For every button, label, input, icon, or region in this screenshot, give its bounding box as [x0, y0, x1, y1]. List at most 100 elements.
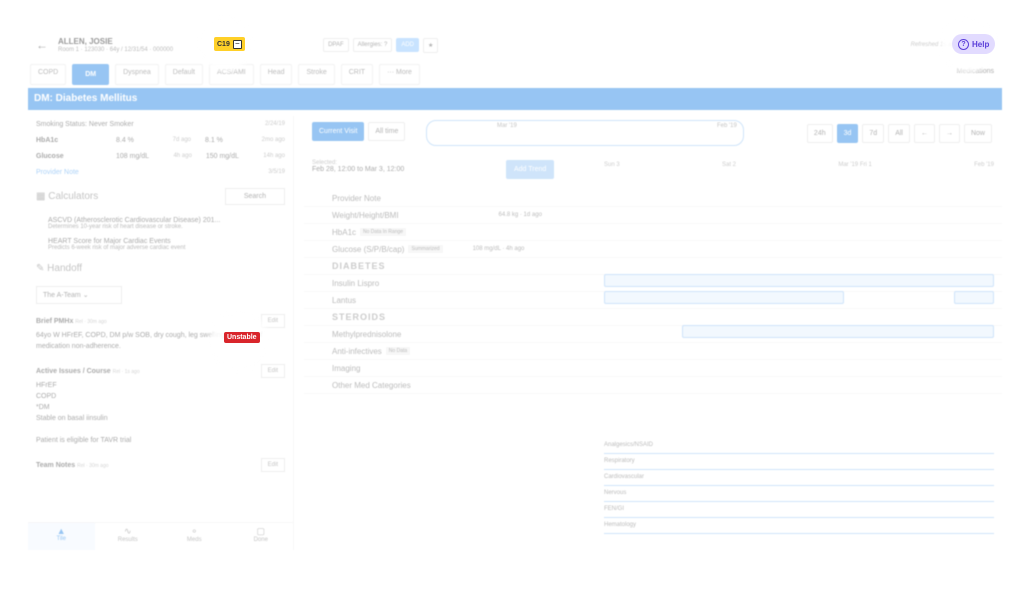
- trend-row-label: Methylprednisolone: [332, 329, 402, 339]
- results-icon: ∿: [123, 526, 132, 536]
- issue-item: HFrEF: [36, 382, 57, 389]
- lab-name: Glucose: [36, 152, 64, 160]
- trend-row[interactable]: Weight/Height/BMI 64.8 kg · 1d ago: [304, 207, 1002, 224]
- trend-row[interactable]: Glucose (S/P/B/cap) Summarized 108 mg/dL ·…: [304, 241, 1002, 258]
- add-button[interactable]: ADD: [396, 38, 419, 52]
- calculator-search-button[interactable]: Search: [224, 188, 285, 205]
- med-category[interactable]: Cardiovascular: [604, 470, 994, 486]
- trend-row-label: Weight/Height/BMI: [332, 210, 399, 220]
- next-arrow-icon[interactable]: →: [938, 124, 960, 143]
- issue-item: COPD: [36, 393, 57, 400]
- tag-dpaf[interactable]: DPAF: [323, 38, 349, 52]
- lantus-bar[interactable]: [954, 291, 994, 304]
- trend-row[interactable]: Provider Note: [304, 190, 1002, 207]
- add-trend-button[interactable]: Add Trend: [506, 160, 555, 179]
- trend-row-label: Provider Note: [332, 193, 381, 203]
- right-panel: Current Visit All time Mar '19 Feb '19 2…: [304, 116, 1002, 550]
- status-badge: No Data In Range: [360, 228, 407, 236]
- provider-note-row[interactable]: Provider Note 3/5/19: [28, 164, 293, 180]
- pmhx-meta: Rel · 30m ago: [75, 318, 107, 325]
- trend-row-label: Other Med Categories: [332, 380, 411, 390]
- trend-row[interactable]: HbA1c No Data In Range: [304, 224, 1002, 241]
- column-headers: Sun 3 Sat 2 Mar '19 Fri 1 Feb '19: [604, 162, 994, 168]
- calculator-item[interactable]: HEART Score for Major Cardiac Events Pre…: [28, 234, 293, 255]
- lab-name: HbA1c: [36, 136, 59, 144]
- methylprednisolone-bar[interactable]: [682, 325, 994, 338]
- patient-details: Room 1 · 123030 · 64y / 12/31/54 · 00000…: [58, 47, 174, 53]
- med-category[interactable]: Analgesics/NSAID: [604, 438, 994, 454]
- tab-head[interactable]: Head: [259, 64, 293, 85]
- trend-row-value: 64.8 kg · 1d ago: [498, 212, 542, 218]
- star-icon[interactable]: ★: [423, 37, 439, 53]
- range-all[interactable]: All: [888, 124, 910, 143]
- calculator-item[interactable]: ASCVD (Atherosclerotic Cardiovascular Di…: [28, 213, 293, 234]
- timeline-scrubber[interactable]: Mar '19 Feb '19: [426, 120, 744, 146]
- all-time-button[interactable]: All time: [368, 122, 406, 141]
- nav-meds[interactable]: ⚬ Meds: [161, 523, 228, 550]
- prev-arrow-icon[interactable]: ←: [913, 124, 935, 143]
- range-24h[interactable]: 24h: [806, 124, 833, 143]
- range-3d[interactable]: 3d: [836, 124, 859, 143]
- timeline-label-mar: Mar '19: [497, 123, 517, 129]
- tab-dyspnea[interactable]: Dyspnea: [115, 64, 159, 85]
- range-7d[interactable]: 7d: [862, 124, 885, 143]
- issue-spacer: [36, 424, 285, 435]
- trend-row-label: Anti-infectives: [332, 346, 382, 356]
- timeline-label-feb: Feb '19: [717, 123, 737, 129]
- back-arrow-icon[interactable]: ←: [36, 38, 50, 52]
- med-category[interactable]: FEN/GI: [604, 502, 994, 518]
- med-category[interactable]: Nervous: [604, 486, 994, 502]
- med-category[interactable]: Hematology: [604, 518, 994, 534]
- lab-value: 108 mg/dL: [116, 152, 150, 160]
- now-button[interactable]: Now: [963, 124, 992, 143]
- col-head-fri: Mar '19 Fri 1: [838, 162, 872, 168]
- patient-name: ALLEN, JOSIE: [58, 37, 113, 46]
- page-title: DM: Diabetes Mellitus: [28, 88, 1002, 110]
- tab-copd[interactable]: COPD: [30, 64, 67, 85]
- team-notes-edit-button[interactable]: Edit: [260, 458, 285, 472]
- tab-stroke[interactable]: Stroke: [298, 64, 335, 85]
- help-label: Help: [972, 39, 990, 49]
- med-category[interactable]: Respiratory: [604, 454, 994, 470]
- smoking-status: Smoking Status: Never Smoker 2/24/19: [28, 116, 293, 132]
- tab-default[interactable]: Default: [164, 64, 203, 85]
- insulin-lispro-bar[interactable]: [604, 274, 994, 287]
- header-tags: DPAF Allergies: ? ADD ★: [323, 37, 439, 53]
- minus-icon[interactable]: −: [232, 39, 242, 49]
- issues-list: HFrEF COPD *DM Stable on basal iinsulin …: [28, 378, 293, 448]
- app-window: ← ALLEN, JOSIE Room 1 · 123030 · 64y / 1…: [28, 26, 1002, 550]
- provider-note-link[interactable]: Provider Note: [36, 169, 268, 176]
- selected-range: Selected: Feb 28, 12:00 to Mar 3, 12:00: [312, 160, 404, 173]
- bottom-nav: ▲ Tile ∿ Results ⚬ Meds ▢ Done: [28, 522, 294, 550]
- nav-done-label: Done: [253, 537, 268, 543]
- trend-row[interactable]: Imaging: [304, 360, 1002, 377]
- nav-results[interactable]: ∿ Results: [95, 523, 162, 550]
- tab-dm[interactable]: DM: [72, 64, 110, 85]
- tab-crit[interactable]: CRIT: [340, 64, 374, 85]
- calculator-desc: Predicts 6-week risk of major adverse ca…: [48, 245, 186, 251]
- trend-row-label: Imaging: [332, 363, 361, 373]
- nav-tile[interactable]: ▲ Tile: [28, 523, 95, 550]
- c19-chip[interactable]: C19 −: [214, 37, 245, 51]
- calculator-desc: Determines 10-year risk of heart disease…: [48, 224, 183, 230]
- clipboard-icon: ▢: [256, 526, 265, 536]
- category-label: DIABETES: [332, 261, 386, 271]
- team-notes-meta: Rel · 30m ago: [77, 462, 109, 469]
- tab-more[interactable]: ··· More: [379, 64, 420, 85]
- calculator-title: ASCVD (Atherosclerotic Cardiovascular Di…: [48, 217, 221, 224]
- team-select[interactable]: The A-Team ⌄: [36, 286, 122, 304]
- lab-date: 7d ago: [172, 137, 191, 143]
- tag-allergies[interactable]: Allergies: ?: [352, 38, 393, 52]
- issue-item: *DM: [36, 404, 50, 411]
- current-visit-button[interactable]: Current Visit: [312, 122, 365, 141]
- status-badge: Summarized: [408, 245, 443, 253]
- trend-row[interactable]: Other Med Categories: [304, 377, 1002, 394]
- lab-row: Glucose 108 mg/dL 4h ago 150 mg/dL 14h a…: [28, 148, 293, 164]
- nav-done[interactable]: ▢ Done: [228, 523, 295, 550]
- lantus-bar[interactable]: [604, 291, 844, 304]
- lab-value: 8.4 %: [116, 136, 134, 144]
- help-button[interactable]: ? Help: [952, 34, 996, 54]
- trend-row[interactable]: Anti-infectives No Data: [304, 343, 1002, 360]
- issues-edit-button[interactable]: Edit: [260, 364, 285, 378]
- pill-icon: ⚬: [190, 526, 199, 536]
